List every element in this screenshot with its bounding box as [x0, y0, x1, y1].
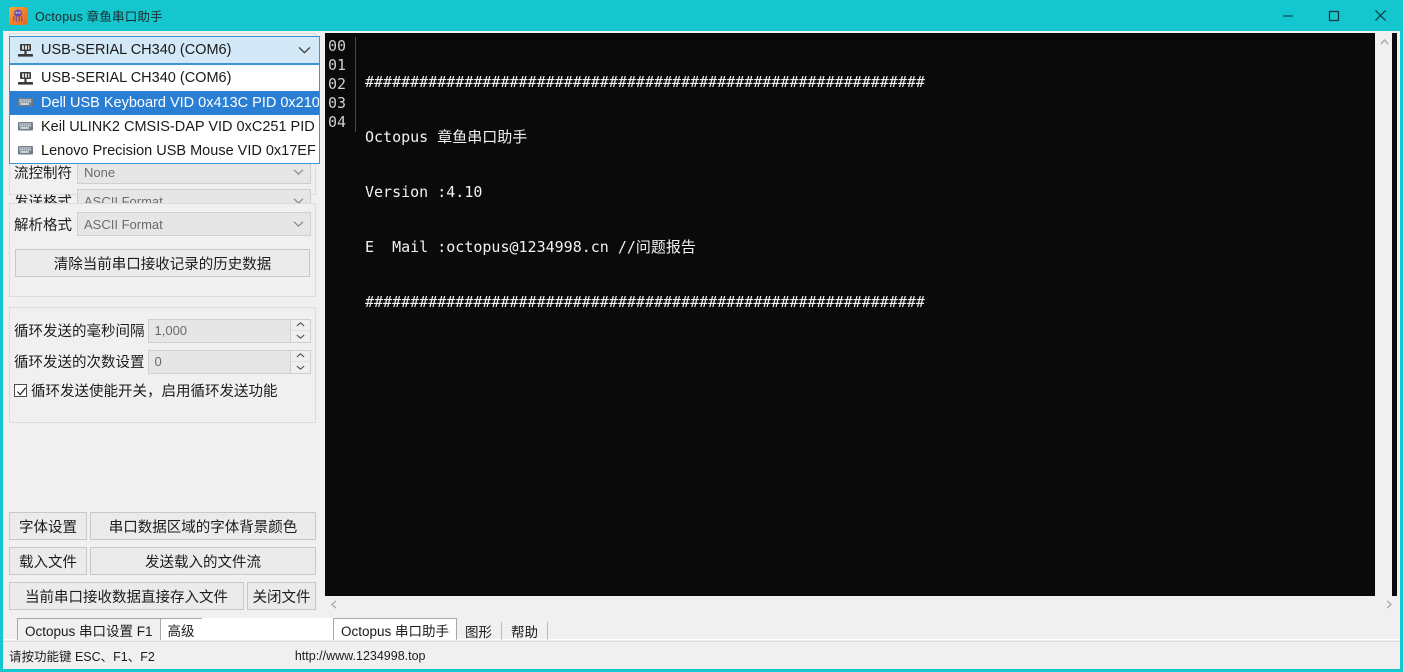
usb-device-icon — [17, 120, 34, 135]
tab-group-left: Octopus 串口设置 F1 高级 — [17, 616, 362, 640]
serial-port-selected-value: USB-SERIAL CH340 (COM6) — [41, 42, 232, 58]
terminal-line: ########################################… — [365, 293, 925, 311]
dropdown-option-label: Dell USB Keyboard VID 0x413C PID 0x2105 — [41, 95, 319, 111]
font-settings-button[interactable]: 字体设置 — [9, 512, 87, 540]
chevron-right-icon[interactable] — [1380, 596, 1397, 613]
line-number: 02 — [328, 75, 347, 93]
serial-port-dropdown-list[interactable]: USB-SERIAL CH340 (COM6) Dell USB Keyboar… — [9, 64, 320, 164]
chevron-down-icon — [298, 42, 311, 58]
field-label: 流控制符 — [14, 165, 72, 182]
parse-format-combo[interactable]: ASCII Format — [77, 212, 311, 236]
terminal-vertical-scrollbar[interactable] — [1375, 33, 1392, 611]
minimize-button[interactable] — [1265, 0, 1311, 31]
title-bar: Octopus 章鱼串口助手 — [0, 0, 1403, 31]
application-window: Octopus 章鱼串口助手 流控制符 None ASCII Format 解析… — [0, 0, 1403, 672]
gutter-separator — [355, 37, 356, 132]
dropdown-option[interactable]: Keil ULINK2 CMSIS-DAP VID 0xC251 PID 0x — [10, 115, 319, 139]
dropdown-option[interactable]: Lenovo Precision USB Mouse VID 0x17EF PI — [10, 139, 319, 163]
line-number: 04 — [328, 113, 347, 131]
settings-panel: 数据位数 8 停止位数 1 校验位数 — [3, 31, 322, 613]
window-controls — [1265, 0, 1403, 31]
stepper-up-icon[interactable] — [291, 320, 310, 331]
terminal-text: ########################################… — [365, 33, 925, 348]
stepper-down-icon[interactable] — [291, 362, 310, 373]
loop-interval-row[interactable]: 循环发送的毫秒间隔 1,000 — [14, 317, 311, 344]
line-number: 01 — [328, 56, 347, 74]
terminal-line: Octopus 章鱼串口助手 — [365, 128, 528, 146]
close-file-button[interactable]: 关闭文件 — [247, 582, 316, 610]
maximize-button[interactable] — [1311, 0, 1357, 31]
terminal-line: ########################################… — [365, 73, 925, 91]
combo-value: None — [84, 164, 116, 180]
maximize-icon — [1328, 10, 1340, 21]
usb-serial-plug-icon — [17, 71, 34, 86]
octopus-icon — [9, 6, 27, 25]
dropdown-option-label: USB-SERIAL CH340 (COM6) — [41, 70, 232, 86]
chevron-down-icon — [293, 221, 304, 228]
load-file-button[interactable]: 载入文件 — [9, 547, 87, 575]
loop-interval-label: 循环发送的毫秒间隔 — [14, 324, 145, 340]
tab-strip: Octopus 串口设置 F1 高级 Octopus 串口助手 图形 帮助 — [3, 616, 1400, 640]
tab-serial-settings[interactable]: Octopus 串口设置 F1 — [17, 618, 161, 640]
tab-group-right: Octopus 串口助手 图形 帮助 — [333, 616, 549, 640]
chevron-down-icon — [293, 169, 304, 176]
usb-device-icon — [17, 96, 34, 111]
status-bar: 请按功能键 ESC、F1、F2 http://www.1234998.top — [3, 641, 1400, 669]
loop-interval-input[interactable]: 1,000 — [147, 318, 291, 343]
loop-count-stepper[interactable] — [291, 349, 311, 374]
usb-serial-plug-icon — [17, 43, 34, 58]
window-title: Octopus 章鱼串口助手 — [35, 9, 163, 24]
loop-count-input[interactable]: 0 — [147, 349, 291, 374]
line-number: 03 — [328, 94, 347, 112]
font-buttons-row: 字体设置 串口数据区域的字体背景颜色 — [9, 512, 316, 540]
loop-interval-stepper[interactable] — [291, 318, 311, 343]
loop-enable-label: 循环发送使能开关，启用循环发送功能 — [31, 383, 278, 400]
field-label: 解析格式 — [14, 217, 72, 234]
close-button[interactable] — [1357, 0, 1403, 31]
octopus-glyph-icon — [13, 9, 23, 22]
terminal-horizontal-scrollbar[interactable] — [325, 596, 1397, 613]
loop-enable-checkbox-row[interactable]: 循环发送使能开关，启用循环发送功能 — [14, 379, 311, 401]
dropdown-option-selected[interactable]: Dell USB Keyboard VID 0x413C PID 0x2105 — [10, 91, 319, 115]
status-hint: 请按功能键 ESC、F1、F2 — [9, 650, 155, 664]
save-buttons-row: 当前串口接收数据直接存入文件 关闭文件 — [9, 582, 316, 610]
clear-history-button[interactable]: 清除当前串口接收记录的历史数据 — [15, 249, 310, 277]
check-icon — [16, 386, 27, 396]
loop-count-label: 循环发送的次数设置 — [14, 355, 145, 371]
usb-device-icon — [17, 144, 34, 159]
terminal-line: Version :4.10 — [365, 183, 483, 201]
stepper-down-icon[interactable] — [291, 331, 310, 342]
serial-data-terminal[interactable]: 00 01 02 03 04 #########################… — [325, 33, 1397, 611]
tab-help[interactable]: 帮助 — [502, 622, 549, 640]
tab-graph[interactable]: 图形 — [456, 622, 503, 640]
dropdown-option-label: Lenovo Precision USB Mouse VID 0x17EF PI — [41, 143, 319, 159]
dropdown-option[interactable]: USB-SERIAL CH340 (COM6) — [10, 65, 319, 91]
close-icon — [1374, 10, 1386, 21]
chevron-left-icon[interactable] — [325, 596, 342, 613]
loop-send-group: 循环发送的毫秒间隔 1,000 循环发送的次数设置 0 循环发送使能开关，启用循… — [9, 307, 316, 423]
minimize-icon — [1283, 15, 1293, 16]
dropdown-option-label: Keil ULINK2 CMSIS-DAP VID 0xC251 PID 0x — [41, 119, 319, 135]
combo-value: ASCII Format — [84, 216, 163, 232]
save-received-to-file-button[interactable]: 当前串口接收数据直接存入文件 — [9, 582, 244, 610]
terminal-line: E Mail :octopus@1234998.cn //问题报告 — [365, 238, 696, 256]
chevron-up-icon[interactable] — [1376, 33, 1393, 50]
line-number-gutter: 00 01 02 03 04 — [325, 33, 353, 611]
tab-serial-assistant[interactable]: Octopus 串口助手 — [333, 618, 458, 640]
parse-and-clear-group: 解析格式 ASCII Format 清除当前串口接收记录的历史数据 — [9, 203, 316, 297]
line-number: 00 — [328, 37, 347, 55]
send-loaded-file-stream-button[interactable]: 发送载入的文件流 — [90, 547, 316, 575]
data-area-font-bg-color-button[interactable]: 串口数据区域的字体背景颜色 — [90, 512, 316, 540]
serial-port-combo[interactable]: USB-SERIAL CH340 (COM6) — [9, 36, 320, 64]
tab-advanced[interactable]: 高级 — [159, 618, 203, 640]
loop-enable-checkbox[interactable] — [14, 383, 27, 397]
file-buttons-row: 载入文件 发送载入的文件流 — [9, 547, 316, 575]
stepper-up-icon[interactable] — [291, 351, 310, 362]
loop-count-row[interactable]: 循环发送的次数设置 0 — [14, 348, 311, 375]
field-parse-format[interactable]: 解析格式 ASCII Format — [14, 211, 311, 237]
status-url[interactable]: http://www.1234998.top — [295, 649, 426, 663]
